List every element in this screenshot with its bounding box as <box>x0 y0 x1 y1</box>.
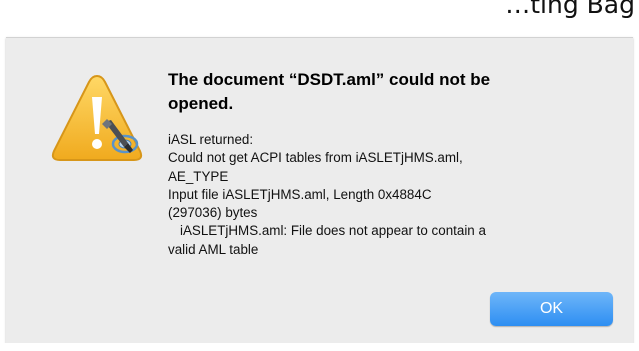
dialog-message: iASL returned: Could not get ACPI tables… <box>168 131 608 259</box>
background-bottom <box>0 343 639 351</box>
alert-dialog: The document “DSDT.aml” could not be ope… <box>6 37 633 344</box>
ok-button[interactable]: OK <box>490 292 613 326</box>
message-line: iASLETjHMS.aml: File does not appear to … <box>180 223 486 239</box>
message-line: valid AML table <box>168 241 259 257</box>
background-window-strip: …ting Bag <box>0 0 639 36</box>
message-line: Could not get ACPI tables from iASLETjHM… <box>168 150 463 166</box>
message-line: (297036) bytes <box>168 205 258 221</box>
background-window-text: …ting Bag <box>505 0 635 19</box>
warning-icon <box>48 72 146 170</box>
message-line: AE_TYPE <box>168 168 229 184</box>
dialog-title: The document “DSDT.aml” could not be ope… <box>168 68 598 116</box>
screenshot: …ting Bag The document “DSDT.aml” could … <box>0 0 639 351</box>
wrench-gear-icon <box>102 119 139 154</box>
message-line: Input file iASLETjHMS.aml, Length 0x4884… <box>168 186 432 202</box>
message-line: iASL returned: <box>168 132 254 147</box>
dialog-title-line-2: opened. <box>168 94 234 113</box>
dialog-title-line-1: The document “DSDT.aml” could not be <box>168 70 491 89</box>
